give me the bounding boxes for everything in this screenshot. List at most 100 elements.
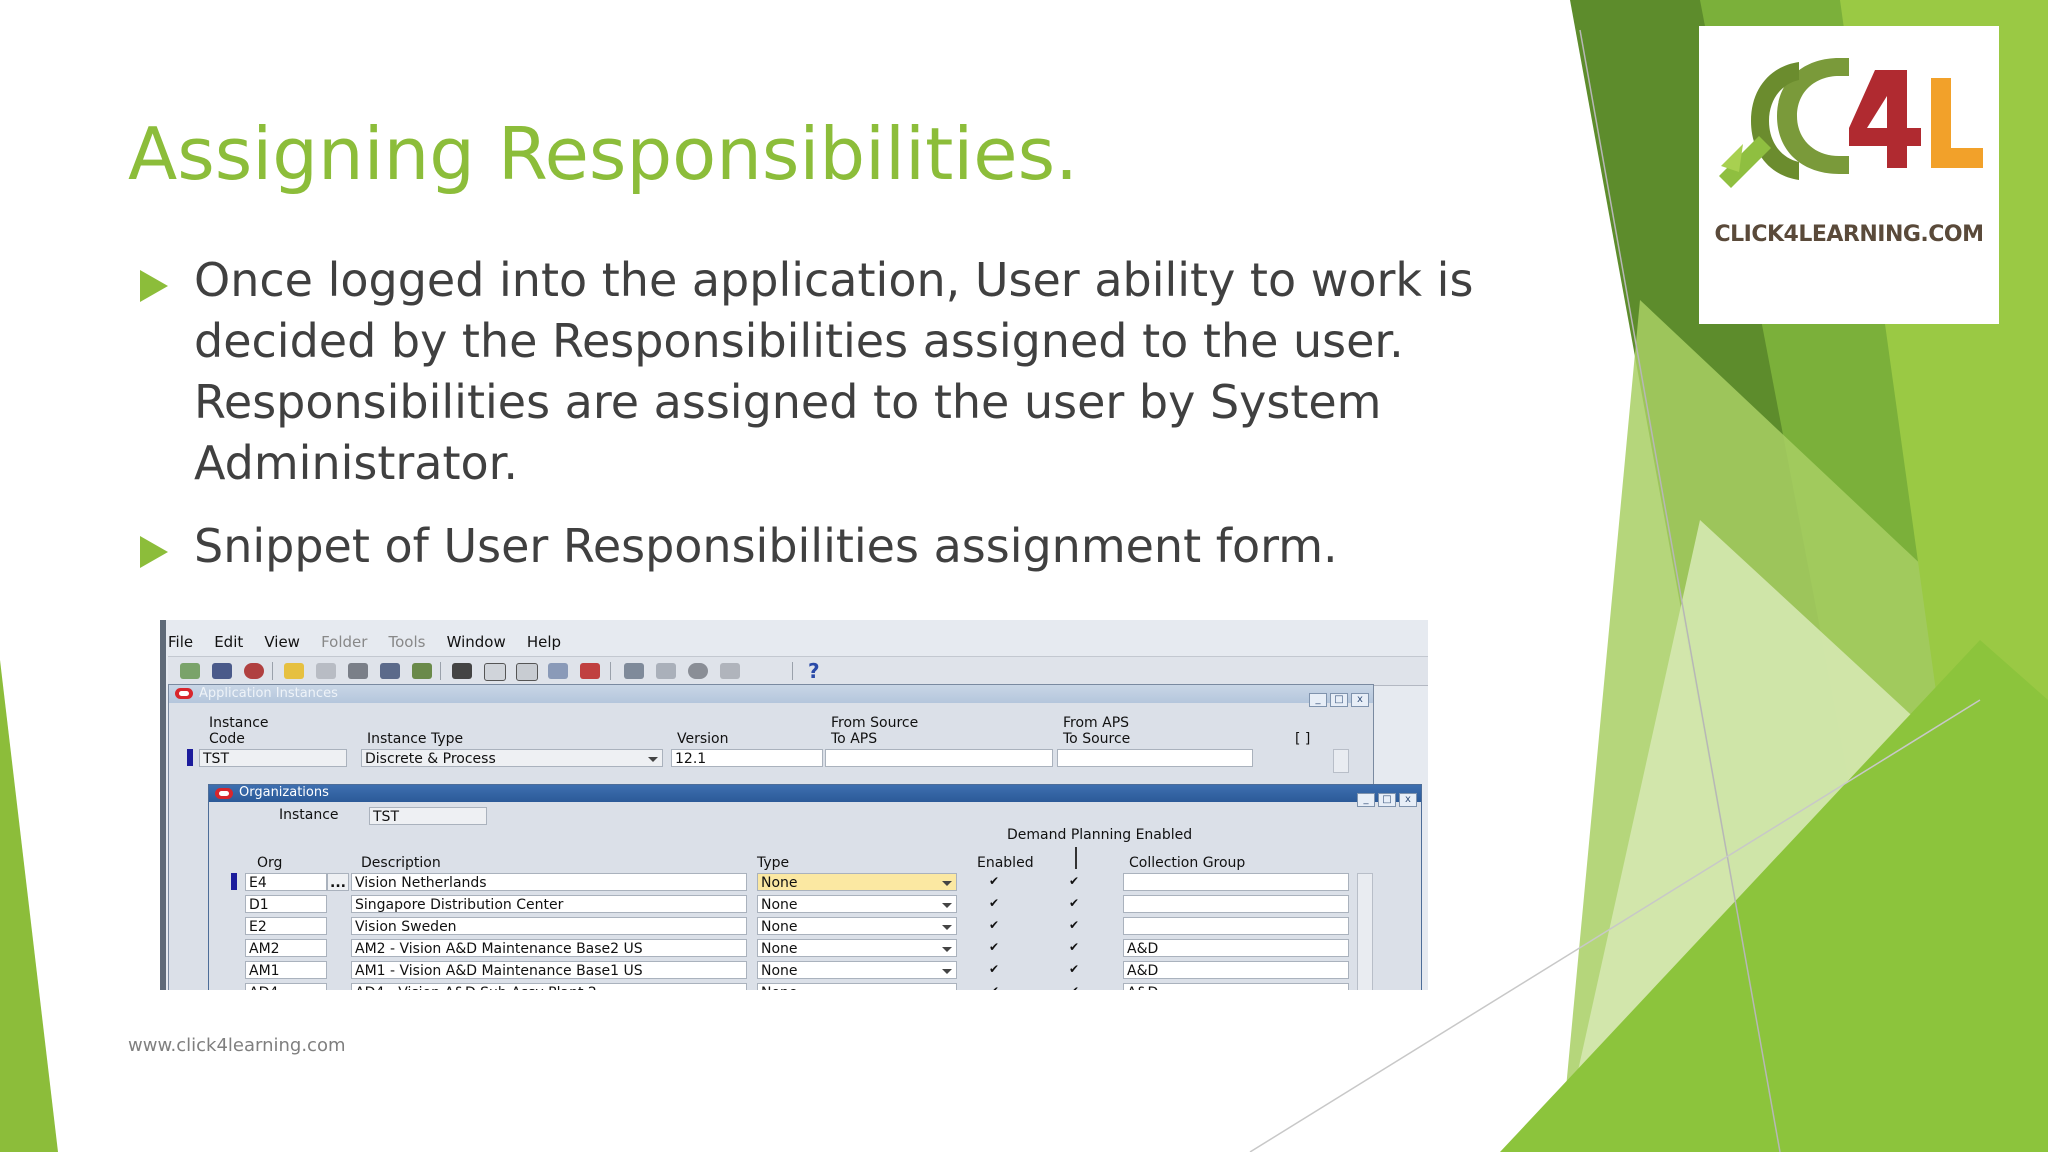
org-description-field[interactable]: Singapore Distribution Center bbox=[351, 895, 747, 913]
org-code-field[interactable]: E2 bbox=[245, 917, 327, 935]
org-type-select[interactable]: None bbox=[757, 895, 957, 913]
folder-tools-icon[interactable] bbox=[720, 663, 740, 679]
instance-label: Instance bbox=[279, 807, 339, 823]
menu-help[interactable]: Help bbox=[527, 633, 561, 651]
enabled-checkbox[interactable]: ✔ bbox=[989, 919, 1001, 931]
menu-window[interactable]: Window bbox=[447, 633, 506, 651]
bullet-item: Snippet of User Responsibilities assignm… bbox=[136, 516, 1536, 577]
col-type: Type bbox=[757, 855, 790, 871]
demand-planning-checkbox[interactable]: ✔ bbox=[1069, 963, 1081, 975]
col-bracket: [ ] bbox=[1295, 731, 1311, 747]
help-icon[interactable]: ? bbox=[808, 659, 820, 683]
close-icon[interactable]: x bbox=[1351, 693, 1369, 707]
org-type-value: None bbox=[761, 963, 798, 979]
copy-icon[interactable] bbox=[452, 663, 472, 679]
oracle-icon bbox=[215, 788, 233, 799]
next-step-icon[interactable] bbox=[316, 663, 336, 679]
minimize-icon[interactable]: _ bbox=[1357, 793, 1375, 807]
delete-record-icon[interactable] bbox=[548, 663, 568, 679]
translations-icon[interactable] bbox=[656, 663, 676, 679]
collection-group-field[interactable] bbox=[1123, 917, 1349, 935]
attachments-icon[interactable] bbox=[688, 663, 708, 679]
minimize-icon[interactable]: _ bbox=[1309, 693, 1327, 707]
bullet-text: Snippet of User Responsibilities assignm… bbox=[194, 519, 1338, 573]
demand-planning-checkbox[interactable]: ✔ bbox=[1069, 941, 1081, 953]
cut-icon[interactable] bbox=[412, 663, 432, 679]
close-icon[interactable]: x bbox=[1399, 793, 1417, 807]
scrollbar[interactable] bbox=[1357, 873, 1373, 990]
enabled-checkbox[interactable]: ✔ bbox=[989, 897, 1001, 909]
col-collection-group: Collection Group bbox=[1129, 855, 1246, 871]
from-source-field[interactable] bbox=[825, 749, 1053, 767]
org-type-select[interactable]: None bbox=[757, 961, 957, 979]
enabled-checkbox[interactable]: ✔ bbox=[989, 985, 1001, 990]
menu-file[interactable]: File bbox=[168, 633, 193, 651]
find-icon[interactable] bbox=[212, 663, 232, 679]
org-type-select[interactable]: None bbox=[757, 917, 957, 935]
org-description-field[interactable]: AM2 - Vision A&D Maintenance Base2 US bbox=[351, 939, 747, 957]
toolbar-separator bbox=[610, 662, 611, 680]
from-aps-field[interactable] bbox=[1057, 749, 1253, 767]
toolbar: ? bbox=[168, 656, 1428, 686]
menu-bar: File Edit View Folder Tools Window Help bbox=[168, 632, 577, 654]
current-record-indicator bbox=[231, 873, 237, 890]
window-left-edge bbox=[160, 620, 166, 990]
close-form-icon[interactable] bbox=[380, 663, 400, 679]
menu-folder[interactable]: Folder bbox=[321, 633, 367, 651]
enabled-checkbox[interactable]: ✔ bbox=[989, 875, 1001, 887]
chevron-down-icon bbox=[942, 925, 952, 930]
demand-planning-checkbox[interactable]: ✔ bbox=[1069, 875, 1081, 887]
org-description-field[interactable]: AD4 - Vision A&D Sub Assy Plant 2 bbox=[351, 983, 747, 990]
org-code-field[interactable]: E4 bbox=[245, 873, 327, 891]
print-icon[interactable] bbox=[348, 663, 368, 679]
org-code-field[interactable]: AM2 bbox=[245, 939, 327, 957]
collection-group-field[interactable]: A&D bbox=[1123, 961, 1349, 979]
instance-type-select[interactable]: Discrete & Process bbox=[361, 749, 663, 767]
lov-button[interactable]: ... bbox=[327, 873, 349, 891]
org-description-field[interactable]: AM1 - Vision A&D Maintenance Base1 US bbox=[351, 961, 747, 979]
col-from-aps-1: From APS bbox=[1063, 715, 1130, 731]
demand-planning-checkbox[interactable]: ✔ bbox=[1069, 985, 1081, 990]
collection-group-field[interactable] bbox=[1123, 895, 1349, 913]
col-instance-code-2: Code bbox=[209, 731, 245, 747]
org-code-field[interactable]: D1 bbox=[245, 895, 327, 913]
bullet-text: Once logged into the application, User a… bbox=[194, 253, 1474, 490]
org-type-value: None bbox=[761, 985, 798, 990]
scrollbar[interactable] bbox=[1333, 749, 1349, 773]
window-titlebar: Organizations _ □ x bbox=[209, 785, 1421, 807]
enabled-checkbox[interactable]: ✔ bbox=[989, 963, 1001, 975]
collection-group-field[interactable]: A&D bbox=[1123, 983, 1349, 990]
navigator-icon[interactable] bbox=[244, 663, 264, 679]
edit-field-icon[interactable] bbox=[580, 663, 600, 679]
new-icon[interactable] bbox=[180, 663, 200, 679]
org-type-select[interactable]: None bbox=[757, 983, 957, 990]
maximize-icon[interactable]: □ bbox=[1330, 693, 1348, 707]
col-org: Org bbox=[257, 855, 283, 871]
org-type-select[interactable]: None bbox=[757, 939, 957, 957]
save-icon[interactable] bbox=[284, 663, 304, 679]
instance-code-field[interactable]: TST bbox=[199, 749, 347, 767]
org-description-field[interactable]: Vision Netherlands bbox=[351, 873, 747, 891]
col-enabled: Enabled bbox=[977, 855, 1034, 871]
org-description-field[interactable]: Vision Sweden bbox=[351, 917, 747, 935]
zoom-icon[interactable] bbox=[624, 663, 644, 679]
demand-planning-checkbox[interactable]: ✔ bbox=[1069, 897, 1081, 909]
enabled-checkbox[interactable]: ✔ bbox=[989, 941, 1001, 953]
toolbar-separator bbox=[272, 662, 273, 680]
collection-group-field[interactable]: A&D bbox=[1123, 939, 1349, 957]
col-version: Version bbox=[677, 731, 729, 747]
org-code-field[interactable]: AM1 bbox=[245, 961, 327, 979]
menu-edit[interactable]: Edit bbox=[214, 633, 243, 651]
menu-view[interactable]: View bbox=[264, 633, 300, 651]
menu-tools[interactable]: Tools bbox=[389, 633, 426, 651]
demand-planning-checkbox[interactable]: ✔ bbox=[1069, 919, 1081, 931]
paste-icon[interactable] bbox=[484, 663, 506, 681]
org-code-field[interactable]: AD4 bbox=[245, 983, 327, 990]
version-field[interactable]: 12.1 bbox=[671, 749, 823, 767]
maximize-icon[interactable]: □ bbox=[1378, 793, 1396, 807]
window-titlebar: Application Instances _ □ x bbox=[169, 685, 1373, 707]
org-type-select[interactable]: None bbox=[757, 873, 957, 891]
toolbar-separator bbox=[792, 662, 793, 680]
collection-group-field[interactable] bbox=[1123, 873, 1349, 891]
new-record-icon[interactable] bbox=[516, 663, 538, 681]
